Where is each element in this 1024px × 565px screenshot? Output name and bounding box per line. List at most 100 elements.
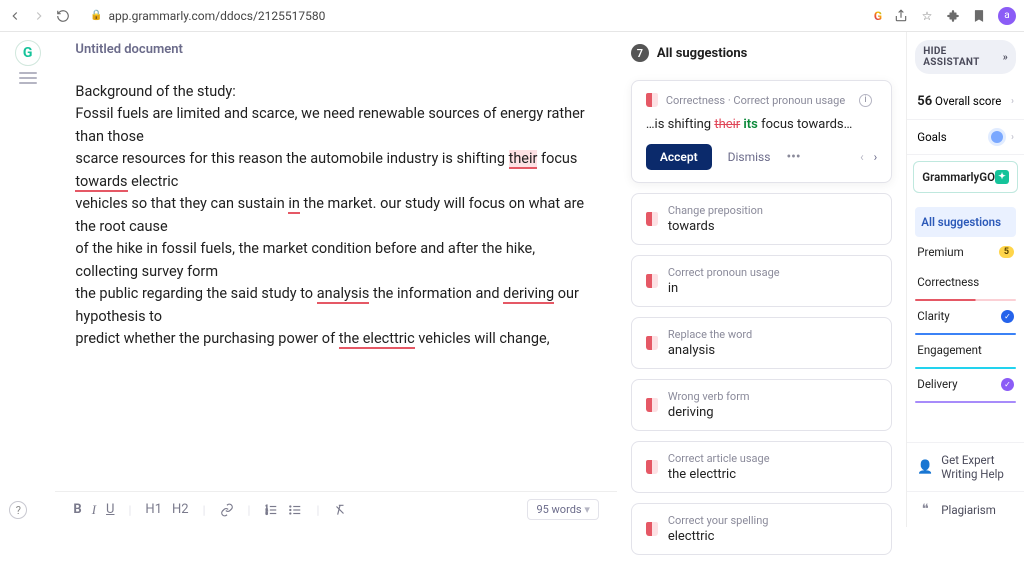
google-icon[interactable]: G <box>874 9 882 23</box>
suggestion-label: Correct your spelling <box>668 514 769 527</box>
filter-clarity[interactable]: Clarity✓ <box>915 301 1016 331</box>
prev-suggestion-icon[interactable]: ‹ <box>860 150 864 164</box>
text-line: predict whether the purchasing power of … <box>75 328 596 350</box>
text-line: Fossil fuels are limited and scarce, we … <box>75 103 596 148</box>
bullet-list-button[interactable] <box>288 503 302 517</box>
menu-icon[interactable] <box>19 72 37 84</box>
next-suggestion-icon[interactable]: › <box>874 150 878 164</box>
overall-score-row[interactable]: 56 Overall score › <box>907 84 1024 120</box>
issue-their[interactable]: their <box>509 150 538 169</box>
suggestion-label: Correct article usage <box>668 452 770 465</box>
check-icon: ✓ <box>1001 310 1014 323</box>
underline-button[interactable]: U <box>106 502 114 517</box>
chevron-right-icon: » <box>1003 52 1008 63</box>
h1-button[interactable]: H1 <box>145 502 162 517</box>
more-icon[interactable]: ••• <box>786 149 800 165</box>
format-toolbar: B I U | H1 H2 | | 123 | 95 words ▾ <box>55 491 616 527</box>
correctness-icon <box>646 398 658 412</box>
suggestion-card[interactable]: Correct pronoun usage in <box>631 255 892 307</box>
clear-format-button[interactable] <box>333 503 347 517</box>
dismiss-button[interactable]: Dismiss <box>728 150 771 164</box>
suggestion-label: Replace the word <box>668 328 752 341</box>
filter-delivery[interactable]: Delivery✓ <box>915 369 1016 399</box>
address-bar[interactable]: 🔒 app.grammarly.com/ddocs/2125517580 <box>80 6 864 26</box>
link-button[interactable] <box>220 503 234 517</box>
document-body[interactable]: Background of the study: Fossil fuels ar… <box>55 81 616 491</box>
suggestion-preview: …is shifting their its focus towards… <box>646 117 877 132</box>
suggestion-card[interactable]: Correct your spelling electtric <box>631 503 892 555</box>
forward-icon[interactable] <box>32 9 46 23</box>
goals-indicator-icon <box>991 131 1003 143</box>
bookmarks-icon[interactable] <box>972 9 986 23</box>
suggestion-value: towards <box>668 219 763 234</box>
suggestion-label: Correct pronoun usage <box>668 266 780 279</box>
word-count[interactable]: 95 words ▾ <box>527 499 598 520</box>
italic-button[interactable]: I <box>92 502 96 518</box>
suggestion-value: in <box>668 281 780 296</box>
filter-engagement[interactable]: Engagement <box>915 335 1016 365</box>
back-icon[interactable] <box>8 9 22 23</box>
text-line: the public regarding the said study to a… <box>75 283 596 328</box>
info-icon[interactable]: i <box>859 94 872 107</box>
issue-deriving[interactable]: deriving <box>503 285 554 304</box>
accept-button[interactable]: Accept <box>646 144 712 170</box>
suggestion-card-active[interactable]: Correctness · Correct pronoun usage i …i… <box>631 80 892 183</box>
grammarly-logo-icon[interactable]: G <box>15 40 41 66</box>
issue-the-electtric[interactable]: the electtric <box>339 330 415 349</box>
suggestion-category: Correctness · Correct pronoun usage <box>666 94 845 107</box>
person-icon: 👤 <box>917 460 933 475</box>
filter-premium[interactable]: Premium 5 <box>915 237 1016 267</box>
quote-icon: ❝ <box>917 502 933 517</box>
goals-row[interactable]: Goals › <box>907 120 1024 155</box>
reload-icon[interactable] <box>56 9 70 23</box>
document-title[interactable]: Untitled document <box>55 42 616 81</box>
chevron-right-icon: › <box>1011 96 1014 107</box>
correctness-icon <box>646 522 658 536</box>
assistant-sidebar: HIDE ASSISTANT» 56 Overall score › Goals… <box>906 32 1024 527</box>
grammarlygo-row[interactable]: GrammarlyGO ✦ <box>913 161 1018 193</box>
hide-assistant-button[interactable]: HIDE ASSISTANT» <box>915 40 1016 74</box>
suggestion-label: Change preposition <box>668 204 763 217</box>
suggestion-label: Wrong verb form <box>668 390 750 403</box>
issue-towards[interactable]: towards <box>75 173 127 192</box>
text-line: of the hike in fossil fuels, the market … <box>75 238 596 283</box>
correctness-icon <box>646 274 658 288</box>
bold-button[interactable]: B <box>73 502 81 517</box>
suggestion-value: analysis <box>668 343 752 358</box>
editor-column: Untitled document Background of the stud… <box>55 32 616 527</box>
star-icon[interactable]: ☆ <box>920 9 934 23</box>
suggestions-header: All suggestions <box>657 46 748 61</box>
extensions-icon[interactable] <box>946 9 960 23</box>
suggestion-card[interactable]: Correct article usage the electtric <box>631 441 892 493</box>
correctness-icon <box>646 93 658 107</box>
filter-correctness[interactable]: Correctness <box>915 267 1016 297</box>
chevron-right-icon: › <box>1011 132 1014 143</box>
h2-button[interactable]: H2 <box>172 502 189 517</box>
suggestion-value: electtric <box>668 529 769 544</box>
suggestion-card[interactable]: Replace the word analysis <box>631 317 892 369</box>
suggestion-value: the electtric <box>668 467 770 482</box>
filter-all-suggestions[interactable]: All suggestions <box>915 207 1016 237</box>
text-line: Background of the study: <box>75 81 596 103</box>
lock-icon: 🔒 <box>90 10 102 21</box>
url-text: app.grammarly.com/ddocs/2125517580 <box>108 9 853 23</box>
left-strip: G <box>0 32 55 527</box>
premium-count-badge: 5 <box>999 246 1014 258</box>
text-line: vehicles so that they can sustain in the… <box>75 193 596 238</box>
svg-text:3: 3 <box>266 511 268 515</box>
share-icon[interactable] <box>894 9 908 23</box>
expert-help-row[interactable]: 👤 Get Expert Writing Help <box>907 442 1024 491</box>
plagiarism-row[interactable]: ❝ Plagiarism <box>907 491 1024 527</box>
suggestion-card[interactable]: Change preposition towards <box>631 193 892 245</box>
suggestion-card[interactable]: Wrong verb formderiving <box>631 379 892 431</box>
issue-analysis[interactable]: analysis <box>317 285 370 304</box>
correctness-icon <box>646 212 658 226</box>
profile-avatar[interactable]: a <box>998 7 1016 25</box>
suggestion-count-badge: 7 <box>631 44 649 62</box>
issue-in[interactable]: in <box>288 195 300 214</box>
numbered-list-button[interactable]: 123 <box>264 503 278 517</box>
grammarlygo-badge-icon: ✦ <box>995 170 1009 184</box>
correctness-icon <box>646 336 658 350</box>
suggestions-column: 7 All suggestions Correctness · Correct … <box>617 32 906 527</box>
text-line: scarce resources for this reason the aut… <box>75 148 596 193</box>
